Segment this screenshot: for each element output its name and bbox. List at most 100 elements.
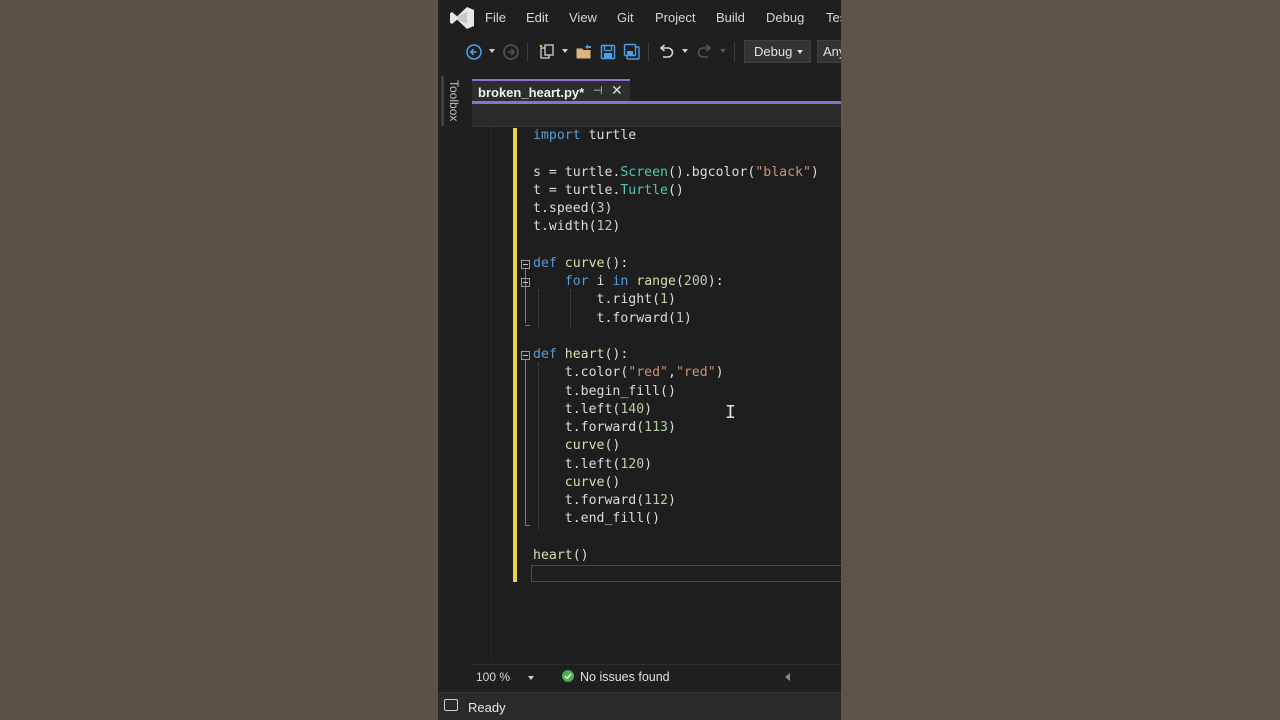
- status-text: Ready: [468, 700, 506, 715]
- toolbox-tab-indicator: [441, 76, 444, 126]
- code-token: ): [810, 164, 819, 180]
- editor-gutter: [472, 127, 492, 662]
- code-line: import turtle: [533, 127, 636, 145]
- code-token: t.forward(: [533, 493, 645, 508]
- editor-status-bar: 100 % No issues found: [472, 664, 841, 690]
- code-line: t.forward(1): [533, 310, 692, 328]
- open-folder-icon[interactable]: [575, 43, 593, 61]
- issues-indicator[interactable]: No issues found: [580, 670, 670, 684]
- menu-view[interactable]: View: [569, 10, 597, 25]
- code-token: (): [667, 182, 684, 198]
- tab-title: broken_heart.py*: [478, 85, 585, 100]
- menu-build[interactable]: Build: [716, 10, 745, 25]
- fold-region-end: [525, 325, 530, 326]
- code-line: t.end_fill(): [533, 510, 660, 528]
- code-line: curve(): [533, 474, 621, 492]
- check-circle-icon: [562, 670, 574, 682]
- code-line: def curve():: [533, 255, 628, 273]
- configuration-value: Debug: [754, 44, 793, 59]
- solution-platform-select[interactable]: Any: [817, 40, 841, 63]
- code-line: t.speed(3): [533, 200, 612, 218]
- code-token: heart: [564, 347, 605, 362]
- code-token: t.speed(: [533, 201, 597, 216]
- fold-collapse-icon[interactable]: [521, 260, 530, 269]
- code-token: "red": [628, 365, 668, 381]
- code-line: t.color("red","red"): [533, 364, 724, 382]
- new-project-icon[interactable]: [538, 43, 556, 61]
- menu-project[interactable]: Project: [655, 10, 695, 25]
- menu-bar: File Edit View Git Project Build Debug T…: [438, 0, 841, 36]
- code-token: t.left(: [533, 401, 621, 417]
- fold-collapse-icon[interactable]: [521, 278, 530, 287]
- code-token: ): [612, 219, 621, 235]
- output-window-icon: [444, 699, 458, 711]
- code-token: for: [564, 274, 589, 289]
- new-project-dropdown-icon[interactable]: [562, 49, 568, 53]
- code-token: 113: [644, 420, 668, 435]
- code-token: ,: [667, 365, 676, 381]
- toolbox-tab[interactable]: Toolbox: [447, 80, 461, 121]
- code-token: (): [604, 474, 621, 490]
- redo-dropdown-icon: [720, 49, 726, 53]
- toolbar-separator: [527, 42, 528, 62]
- code-line: t.left(120): [533, 456, 652, 474]
- save-icon[interactable]: [599, 43, 617, 61]
- code-token: t = turtle.: [533, 182, 621, 198]
- code-line: t.width(12): [533, 218, 620, 236]
- code-token: t.left(: [533, 456, 621, 472]
- code-token: t.forward(: [533, 420, 645, 435]
- code-token: in: [612, 274, 629, 289]
- code-line: curve(): [533, 437, 621, 455]
- code-token: ): [604, 201, 613, 216]
- code-token: (: [675, 274, 684, 289]
- chevron-down-icon[interactable]: [528, 676, 534, 680]
- code-token: 112: [644, 493, 668, 508]
- code-token: ():: [604, 347, 629, 362]
- menu-debug[interactable]: Debug: [766, 10, 804, 25]
- code-token: turtle: [580, 128, 637, 143]
- code-line: t.left(140): [533, 401, 652, 419]
- code-token: 1: [660, 292, 668, 308]
- menu-test[interactable]: Tes: [826, 10, 841, 25]
- fold-collapse-icon[interactable]: [521, 351, 530, 360]
- toolbar-separator: [734, 42, 735, 62]
- solution-configuration-select[interactable]: Debug: [744, 40, 811, 63]
- current-line-highlight: [531, 565, 841, 582]
- zoom-level[interactable]: 100 %: [476, 670, 510, 684]
- menu-edit[interactable]: Edit: [526, 10, 548, 25]
- code-token: ():: [604, 255, 629, 271]
- fold-region-line: [525, 360, 526, 525]
- code-token: 1: [675, 310, 684, 326]
- code-token: curve: [564, 255, 605, 271]
- code-token: s = turtle.: [533, 164, 621, 180]
- close-icon[interactable]: ✕: [611, 82, 623, 99]
- navigation-bar: [472, 104, 841, 127]
- code-token: ):: [707, 274, 724, 289]
- navigate-back-icon[interactable]: [465, 43, 483, 61]
- menu-file[interactable]: File: [485, 10, 506, 25]
- code-token: 140: [620, 401, 645, 417]
- pin-icon[interactable]: ⊣: [593, 84, 603, 97]
- save-all-icon[interactable]: [623, 43, 641, 61]
- menu-git[interactable]: Git: [617, 10, 634, 25]
- code-token: i: [588, 274, 613, 289]
- code-token: t.width(: [533, 219, 597, 235]
- navigate-back-dropdown-icon[interactable]: [489, 49, 495, 53]
- code-line: s = turtle.Screen().bgcolor("black"): [533, 164, 819, 182]
- undo-dropdown-icon[interactable]: [682, 49, 688, 53]
- code-token: (): [572, 547, 589, 563]
- scroll-left-icon[interactable]: [785, 673, 790, 681]
- code-token: ): [644, 456, 653, 472]
- chevron-down-icon: [797, 50, 803, 54]
- code-token: range: [636, 274, 676, 289]
- undo-icon[interactable]: [657, 43, 675, 61]
- code-line: t.forward(112): [533, 492, 676, 510]
- code-line: for i in range(200):: [533, 273, 724, 291]
- code-line: heart(): [533, 547, 589, 565]
- code-token: t.color(: [533, 365, 629, 381]
- code-line: t.forward(113): [533, 419, 676, 437]
- code-token: t.end_fill(): [533, 511, 661, 527]
